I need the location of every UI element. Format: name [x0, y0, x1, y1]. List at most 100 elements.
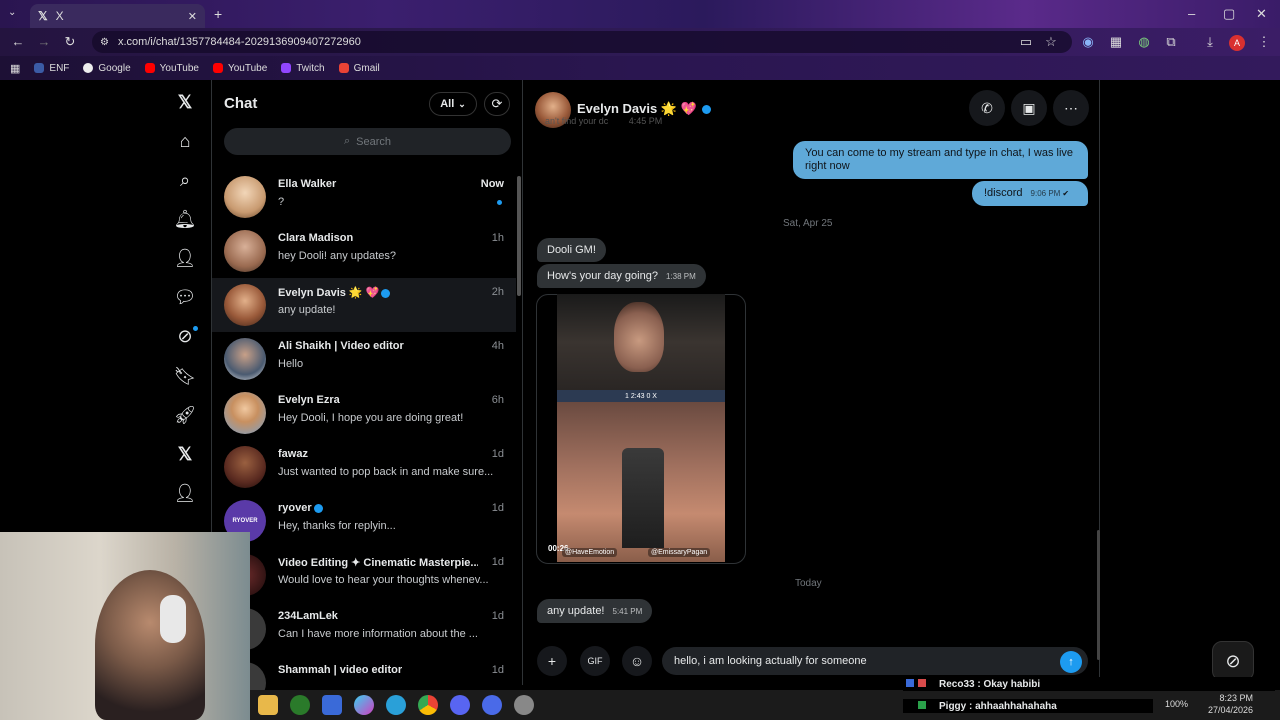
incoming-message[interactable]: How's your day going? 1:38 PM: [537, 264, 706, 288]
apps-icon[interactable]: ▦: [10, 62, 20, 75]
chat-row[interactable]: Clara Madison hey Dooli! any updates? 1h: [212, 224, 516, 278]
menu-icon[interactable]: ⋮: [1252, 34, 1276, 50]
extension-icon[interactable]: ◉: [1076, 34, 1100, 50]
search-icon[interactable]: ⌕: [173, 168, 197, 192]
add-attachment-button[interactable]: +: [537, 646, 567, 676]
video-call-button[interactable]: ▣: [1011, 90, 1047, 126]
profile-avatar[interactable]: A: [1229, 35, 1245, 51]
rocket-icon[interactable]: 🚀︎: [173, 403, 197, 427]
address-bar[interactable]: ⚙ x.com/i/chat/1357784484-20291369094072…: [92, 31, 1072, 53]
search-icon: ⌕: [343, 135, 351, 147]
xbox-icon[interactable]: [290, 695, 310, 715]
install-icon[interactable]: ▭: [1014, 34, 1038, 50]
chat-row[interactable]: 234LamLek Can I have more information ab…: [212, 602, 516, 656]
gif-button[interactable]: GIF: [580, 646, 610, 676]
chevron-down-icon: ⌄: [458, 98, 466, 109]
incoming-message[interactable]: Dooli GM!: [537, 238, 606, 262]
chat-bubble-icon[interactable]: 💬︎: [173, 285, 197, 309]
chat-row-message: ?: [278, 196, 285, 208]
copilot-icon[interactable]: [354, 695, 374, 715]
emoji-button[interactable]: ☺: [622, 646, 652, 676]
bookmark-youtube[interactable]: YouTube: [212, 63, 267, 74]
browser-tab[interactable]: 𝕏 X ✕: [30, 4, 205, 28]
outgoing-message[interactable]: You can come to my stream and type in ch…: [793, 141, 1088, 179]
premium-x-icon[interactable]: 𝕏: [173, 442, 197, 466]
chat-row-message: Would love to hear your thoughts whenev.…: [278, 574, 489, 586]
extension-icon[interactable]: ▦: [1104, 34, 1128, 50]
download-icon[interactable]: ⤓: [1198, 34, 1222, 50]
chat-row-name: 234LamLek: [278, 610, 338, 622]
chat-row[interactable]: Ella Walker ? Now: [212, 170, 516, 224]
arc-icon[interactable]: [482, 695, 502, 715]
bookmarks-bar: ▦ ENF Google YouTube YouTube Twitch Gmai…: [0, 56, 1280, 80]
chat-row-time: 2h: [491, 286, 504, 298]
chat-row-selected[interactable]: Evelyn Davis 🌟 💖 any update! 2h: [212, 278, 516, 332]
send-button[interactable]: ↑: [1060, 651, 1082, 673]
chat-row-time: 1d: [491, 664, 504, 676]
incoming-message[interactable]: any update! 5:41 PM: [537, 599, 653, 623]
edge-icon[interactable]: [386, 695, 406, 715]
grok-button[interactable]: ⊘: [1212, 641, 1254, 681]
chat-row-time: Now: [480, 178, 504, 190]
extension-icon[interactable]: ◍: [1132, 34, 1156, 50]
voice-call-button[interactable]: ✆: [969, 90, 1005, 126]
chat-row-message: any update!: [278, 304, 336, 316]
chat-row-time: 1d: [491, 448, 504, 460]
back-icon[interactable]: ←: [6, 34, 30, 49]
chat-row[interactable]: fawaz Just wanted to pop back in and mak…: [212, 440, 516, 494]
profile-icon[interactable]: 👤︎: [173, 481, 197, 505]
file-explorer-icon[interactable]: [258, 695, 278, 715]
chat-row[interactable]: Evelyn Ezra Hey Dooli, I hope you are do…: [212, 386, 516, 440]
site-info-icon[interactable]: ⚙: [100, 37, 109, 48]
twitch-icon: [281, 63, 292, 73]
bookmark-youtube[interactable]: YouTube: [144, 63, 199, 74]
new-tab-button[interactable]: +: [214, 6, 222, 22]
conversation-scrollbar[interactable]: [1097, 530, 1100, 660]
nav-rail: 𝕏 ⌂ ⌕ 🔔︎ 👤︎ 💬︎ ⊘ 🔖︎ 🚀︎ 𝕏 👤︎: [165, 80, 211, 540]
conversation-name[interactable]: Evelyn Davis 🌟 💖: [577, 101, 711, 117]
youtube-icon: [144, 63, 155, 73]
home-icon[interactable]: ⌂: [173, 129, 197, 153]
close-tab-icon[interactable]: ✕: [188, 10, 197, 23]
bookmark-twitch[interactable]: Twitch: [281, 63, 325, 74]
chat-row-message: Just wanted to pop back in and make sure…: [278, 466, 494, 478]
chat-list-scrollbar[interactable]: [517, 176, 521, 296]
more-options-button[interactable]: ⋯: [1053, 90, 1089, 126]
chat-row[interactable]: Video Editing ✦ Cinematic Masterpie... W…: [212, 548, 516, 602]
settings-icon[interactable]: [514, 695, 534, 715]
discord-icon[interactable]: [450, 695, 470, 715]
bookmark-enf[interactable]: ENF: [34, 63, 69, 74]
avatar: [224, 338, 266, 380]
chat-row[interactable]: Shammah | video editor 1d: [212, 656, 516, 704]
message-time: 1:38 PM: [665, 272, 696, 281]
close-window-button[interactable]: ✕: [1256, 6, 1267, 22]
new-chat-button[interactable]: ⟳: [484, 92, 510, 116]
avatar: [224, 176, 266, 218]
read-check-icon: ✔: [1062, 189, 1070, 198]
forward-icon[interactable]: →: [32, 34, 56, 49]
minimize-button[interactable]: –: [1188, 6, 1195, 21]
chrome-icon[interactable]: [418, 695, 438, 715]
tab-search-icon[interactable]: ⌄: [8, 7, 16, 18]
reload-icon[interactable]: ↻: [58, 34, 82, 50]
extensions-puzzle-icon[interactable]: ⧉: [1159, 34, 1183, 50]
chat-row-name: Evelyn Ezra: [278, 394, 340, 406]
visual-studio-code-icon[interactable]: [322, 695, 342, 715]
bookmark-gmail[interactable]: Gmail: [338, 63, 380, 74]
message-input[interactable]: hello, i am looking actually for someone: [662, 647, 1088, 675]
chat-row[interactable]: RYOVER ryover Hey, thanks for replyin...…: [212, 494, 516, 548]
outgoing-message[interactable]: !discord 9:06 PM ✔: [972, 181, 1088, 206]
bookmark-star-icon[interactable]: ☆: [1039, 34, 1063, 50]
chat-row-name: ryover: [278, 502, 478, 514]
x-logo-icon[interactable]: 𝕏: [173, 90, 197, 114]
chat-filter-dropdown[interactable]: All ⌄: [429, 92, 477, 116]
chat-row[interactable]: Ali Shaikh | Video editor Hello 4h: [212, 332, 516, 386]
bookmark-google[interactable]: Google: [83, 63, 131, 74]
chat-search-input[interactable]: ⌕ Search: [224, 128, 511, 155]
maximize-button[interactable]: ▢: [1223, 6, 1235, 22]
url-text: x.com/i/chat/1357784484-2029136909407272…: [118, 36, 361, 48]
notifications-bell-icon[interactable]: 🔔︎: [173, 207, 197, 231]
bookmarks-icon[interactable]: 🔖︎: [173, 364, 197, 388]
notification-dot: [193, 326, 198, 331]
follow-user-icon[interactable]: 👤︎: [173, 246, 197, 270]
